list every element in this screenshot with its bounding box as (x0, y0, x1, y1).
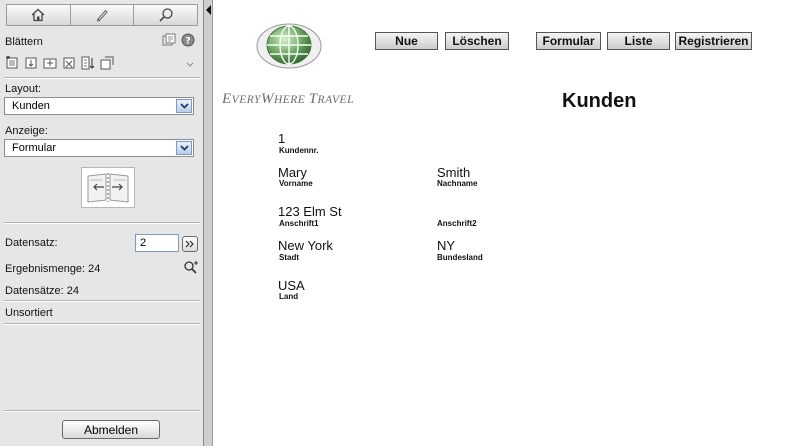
record-number-value: 2 (140, 237, 147, 249)
list-view-button[interactable]: Liste (607, 32, 670, 50)
address2-label: Anschrift2 (437, 219, 477, 228)
home-icon (31, 8, 45, 22)
copy-screen-icon[interactable] (162, 33, 176, 47)
view-label: Anzeige: (5, 125, 48, 137)
record-number-input[interactable]: 2 (135, 234, 179, 252)
go-to-record-button[interactable] (182, 236, 198, 252)
register-button[interactable]: Registrieren (675, 32, 752, 50)
globe-logo (256, 23, 322, 69)
svg-text:?: ? (185, 37, 190, 47)
book-navigator-icon[interactable] (81, 167, 135, 208)
view-value: Formular (12, 142, 57, 154)
delete-button[interactable]: Löschen (445, 32, 509, 50)
new-record-icon[interactable] (5, 56, 19, 70)
new-record-button[interactable]: Nue (375, 32, 438, 50)
customer-number-field[interactable]: 1 (278, 131, 285, 146)
divider (4, 323, 200, 325)
divider (4, 410, 200, 412)
tab-home[interactable] (7, 5, 71, 25)
status-toolbar: Blättern ? Layout: Kunden Anzeige: Formu… (0, 0, 204, 446)
magnifier-icon (159, 8, 173, 22)
browse-mode-label: Blättern (5, 36, 43, 48)
total-count-label: Datensätze: 24 (5, 285, 79, 297)
found-count-label: Ergebnismenge: 24 (5, 263, 101, 275)
sort-icon[interactable] (81, 56, 95, 70)
city-label: Stadt (279, 253, 299, 262)
chevron-down-icon[interactable] (176, 99, 192, 113)
duplicate-record-icon[interactable] (24, 56, 38, 70)
find-add-icon[interactable] (183, 260, 198, 275)
chevron-down-icon[interactable] (176, 141, 192, 155)
customer-number-label: Kundennr. (279, 146, 319, 155)
view-select[interactable]: Formular (4, 139, 194, 157)
tab-find[interactable] (134, 5, 197, 25)
export-record-icon[interactable] (43, 56, 57, 70)
address1-field[interactable]: 123 Elm St (278, 204, 342, 219)
tab-edit[interactable] (71, 5, 135, 25)
divider (4, 300, 200, 302)
delete-record-icon[interactable] (62, 56, 76, 70)
form-view-button[interactable]: Formular (536, 32, 601, 50)
mode-tabs (6, 4, 198, 26)
record-label: Datensatz: (5, 237, 58, 249)
state-label: Bundesland (437, 253, 483, 262)
last-name-label: Nachname (437, 179, 478, 188)
page-title: Kunden (562, 90, 637, 112)
double-chevron-right-icon (185, 240, 194, 248)
first-name-field[interactable]: Mary (278, 165, 307, 180)
layout-select[interactable]: Kunden (4, 97, 194, 115)
divider (4, 222, 200, 224)
logout-button[interactable]: Abmelden (62, 420, 160, 439)
more-tools-icon[interactable] (186, 62, 194, 68)
layout-label: Layout: (5, 83, 42, 95)
city-field[interactable]: New York (278, 238, 333, 253)
sidebar-collapse-handle[interactable] (204, 0, 213, 446)
brand-name: EVERYWHERE TRAVEL (222, 91, 354, 107)
first-name-label: Vorname (279, 179, 313, 188)
send-mail-icon[interactable] (100, 56, 114, 70)
address1-label: Anschrift1 (279, 219, 319, 228)
country-label: Land (279, 292, 299, 301)
divider (4, 77, 200, 79)
last-name-field[interactable]: Smith (437, 165, 470, 180)
pencil-icon (96, 9, 108, 22)
country-field[interactable]: USA (278, 278, 305, 293)
collapse-arrow-icon (206, 5, 211, 15)
sort-status-label: Unsortiert (5, 307, 53, 319)
layout-value: Kunden (12, 100, 50, 112)
help-icon[interactable]: ? (181, 33, 195, 47)
state-field[interactable]: NY (437, 238, 455, 253)
